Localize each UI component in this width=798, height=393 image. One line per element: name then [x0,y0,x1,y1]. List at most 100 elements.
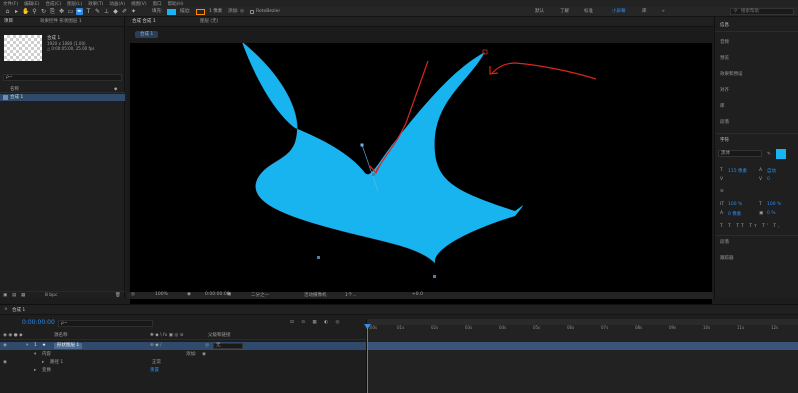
workspace-library[interactable]: 库 [642,8,647,16]
help-search-box[interactable]: ⚲ 搜索帮助 [730,8,794,15]
camera-tool-icon[interactable]: ⎘ [49,8,56,15]
panel-character[interactable]: 字符 [720,137,729,143]
project-search-input[interactable]: ρ~ [3,74,122,81]
workspace-default[interactable]: 默认 [535,8,544,16]
current-time[interactable]: 0:00:00:00 [205,292,230,297]
path-row[interactable]: ◉ ▸ 路径 1 正常 [0,359,366,367]
magnification-select[interactable]: 100% [155,292,168,297]
panel-audio[interactable]: 音频 [720,39,729,45]
menu-composition[interactable]: 合成(C) [45,1,61,7]
add-label[interactable]: 添加: ◎ [228,8,244,16]
delete-icon[interactable]: 🗑 [115,293,121,298]
timeline-switch-icons[interactable]: ⊡ ⊙ ▦ ◐ ◎ [290,320,342,325]
tab-layer[interactable]: 图层 (无) [200,17,218,27]
resolution-select[interactable]: 二分之一 [251,292,269,298]
anchor-point-left[interactable] [317,256,320,259]
selection-tool-icon[interactable]: ▸ [13,8,20,15]
new-comp-icon[interactable]: ▦ [21,293,25,298]
composition-viewer[interactable] [130,43,712,311]
expand-chevron-icon[interactable]: ▾ [26,342,28,350]
exposure-value[interactable]: +0.0 [412,292,423,297]
tab-project[interactable]: 项目 [4,17,13,27]
parent-pickwhip-icon[interactable]: ◎ [205,342,209,350]
column-parent[interactable]: 父级和链接 [208,332,231,340]
stroke-swatch[interactable] [196,9,205,15]
brush-tool-icon[interactable]: ✎ [94,8,101,15]
views-select[interactable]: 1个... [345,292,357,298]
tab-effect-controls[interactable]: 效果控件 形状图层 1 [40,17,82,27]
panel-preview[interactable]: 预览 [720,55,729,61]
eraser-icon[interactable]: ◆ [112,8,119,15]
blue-shape[interactable] [242,43,523,263]
baseline-value[interactable]: 0 像素 [728,211,741,217]
clone-stamp-icon[interactable]: ⊥ [103,8,110,15]
always-preview-icon[interactable]: ◎ [131,292,135,297]
visibility-icon[interactable]: ◉ [3,359,7,367]
expand-chevron-icon[interactable]: ▸ [34,367,36,375]
expand-chevron-icon[interactable]: ▾ [34,351,36,359]
timeline-track-area[interactable] [364,319,798,393]
tab-timeline-comp[interactable]: 合成 1 [12,307,25,313]
pan-behind-tool-icon[interactable]: ✥ [58,8,65,15]
expand-chevron-icon[interactable]: ▸ [42,359,44,367]
transform-row[interactable]: ▸ 变换 重置 [0,367,366,375]
text-tool-icon[interactable]: T [85,8,92,15]
label-tag-icon[interactable]: ◆ [114,86,117,93]
text-style-buttons[interactable]: T T TT Tт T' T, [720,224,782,229]
anchor-point-bottom[interactable] [433,275,436,278]
roto-brush-icon[interactable]: ✐ [121,8,128,15]
panel-align[interactable]: 对齐 [720,87,729,93]
stroke-width[interactable]: 1 像素 [209,8,222,16]
font-family-select[interactable]: 黑体 [718,150,762,157]
layer-switches[interactable]: ⊕ ◆ / [150,342,162,350]
pen-tool-icon[interactable]: ✒ [76,8,83,15]
column-name[interactable]: 名称 [10,86,19,93]
anchor-point-mid[interactable] [372,173,375,176]
timeline-timecode[interactable]: 0:00:00:00 [22,319,55,326]
panel-library[interactable]: 库 [720,103,725,109]
menu-help[interactable]: 帮助(H) [168,1,184,7]
hand-tool-icon[interactable]: ✋ [22,8,29,15]
contents-row[interactable]: ▾ 内容 添加: ◉ [0,351,366,359]
menu-file[interactable]: 文件(F) [3,1,18,7]
rectangle-tool-icon[interactable]: ▭ [67,8,74,15]
rotate-tool-icon[interactable]: ↻ [40,8,47,15]
bpc-label[interactable]: 8 bpc [45,293,57,298]
comp-breadcrumb[interactable]: 合成 1 [135,31,159,38]
tab-composition[interactable]: 合成 合成 1 [132,17,156,27]
panel-paragraph[interactable]: 段落 [720,119,729,125]
interpret-footage-icon[interactable]: ▣ [3,293,7,298]
column-source-name[interactable]: 源名称 [54,332,68,340]
workspace-standard[interactable]: 标准 [584,8,593,16]
tsume-value[interactable]: 0 % [767,211,776,216]
reset-link[interactable]: 重置 [150,367,159,375]
horizontal-scale-value[interactable]: 100 % [767,202,781,207]
puppet-pin-icon[interactable]: ✦ [130,8,137,15]
rotobezier-checkbox[interactable] [250,10,254,14]
fill-color-swatch[interactable] [776,149,786,159]
panel-effects-presets[interactable]: 效果和预设 [720,71,743,77]
menu-view[interactable]: 视图(V) [131,1,147,7]
workspace-learn[interactable]: 了解 [560,8,569,16]
layer-name[interactable]: 形状图层 1 [54,343,83,349]
menu-edit[interactable]: 编辑(E) [24,1,39,7]
bezier-handle-point[interactable] [360,143,364,147]
panel-tracker[interactable]: 跟踪器 [720,255,734,261]
menu-animation[interactable]: 动画(A) [109,1,125,7]
project-item-row[interactable]: 合成 1 [0,94,125,101]
blend-mode-select[interactable]: 正常 [152,359,161,367]
leading-value[interactable]: 自动 [767,168,776,174]
new-folder-icon[interactable]: ▤ [12,293,16,298]
font-size-value[interactable]: 115 像素 [728,168,747,174]
layer-duration-bar[interactable] [367,342,798,350]
active-camera-select[interactable]: 活动摄像机 [304,292,327,298]
timeline-search-input[interactable]: ρ~ [58,320,153,327]
snapshot-icon[interactable]: ◉ [187,292,191,297]
menu-effect[interactable]: 效果(T) [88,1,103,7]
home-icon[interactable]: ⌂ [4,8,11,15]
close-tab-icon[interactable]: × [4,307,8,312]
zoom-tool-icon[interactable]: ⚲ [31,8,38,15]
add-menu-icon[interactable]: ◉ [202,351,206,359]
tracking-value[interactable]: 0 [767,177,770,182]
panel-paragraph-2[interactable]: 段落 [720,239,729,245]
